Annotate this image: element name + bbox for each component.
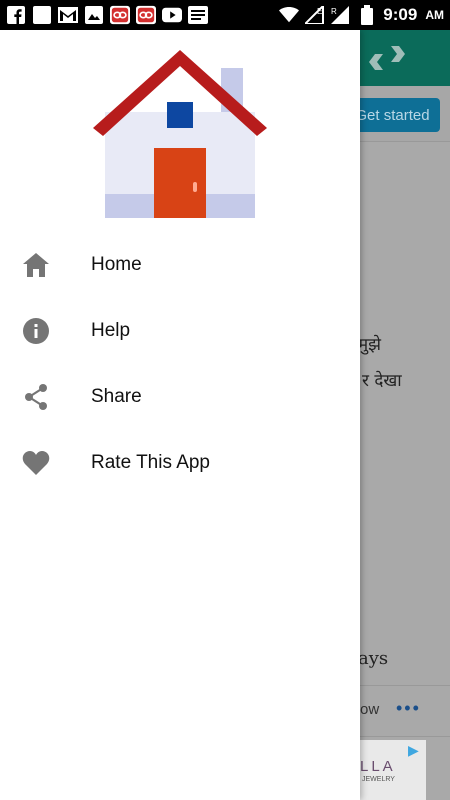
- battery-icon: [357, 5, 377, 25]
- app-red-icon: [110, 5, 130, 25]
- menu-item-share[interactable]: Share: [0, 364, 360, 430]
- background-text: र देखा: [362, 371, 402, 391]
- menu-item-help[interactable]: Help: [0, 298, 360, 364]
- menu-label-rate: Rate This App: [91, 452, 211, 473]
- news-icon: [188, 5, 208, 25]
- menu-label-share: Share: [91, 386, 142, 407]
- background-row-text: ow: [360, 701, 380, 718]
- navigation-drawer: Home Help Share Rate This App: [0, 30, 360, 800]
- heart-icon: [21, 448, 51, 478]
- house-logo-icon: [93, 50, 267, 218]
- wifi-icon: [279, 5, 300, 25]
- gmail-icon: [58, 5, 78, 25]
- share-icon: [21, 382, 51, 412]
- menu-label-home: Home: [91, 254, 142, 275]
- menu-item-home[interactable]: Home: [0, 232, 360, 298]
- youtube-icon: [162, 5, 182, 25]
- home-icon: [21, 250, 51, 280]
- sync-icon: [365, 36, 409, 80]
- signal-icon: E: [305, 5, 325, 25]
- info-icon: [21, 316, 51, 346]
- ad-text: LLA: [360, 758, 396, 775]
- ad-choices-icon: ▶: [408, 742, 419, 758]
- menu-label-help: Help: [91, 320, 131, 341]
- background-text: ays: [358, 648, 389, 669]
- background-text: मुझे: [358, 335, 382, 355]
- svg-text:R: R: [331, 7, 337, 16]
- drawer-header: [0, 30, 360, 222]
- status-time: 9:09: [383, 5, 418, 24]
- more-icon: •••: [396, 698, 421, 718]
- menu-item-rate[interactable]: Rate This App: [0, 430, 360, 496]
- svg-text:E: E: [317, 7, 322, 16]
- status-ampm: AM: [425, 8, 444, 22]
- app-red-icon: [136, 5, 156, 25]
- blank-square-icon: [32, 5, 52, 25]
- ad-subtext: JEWELRY: [362, 776, 395, 783]
- facebook-icon: [6, 5, 26, 25]
- signal-icon: R: [331, 5, 351, 25]
- status-bar: E R 9:09 AM: [0, 0, 450, 30]
- image-icon: [84, 5, 104, 25]
